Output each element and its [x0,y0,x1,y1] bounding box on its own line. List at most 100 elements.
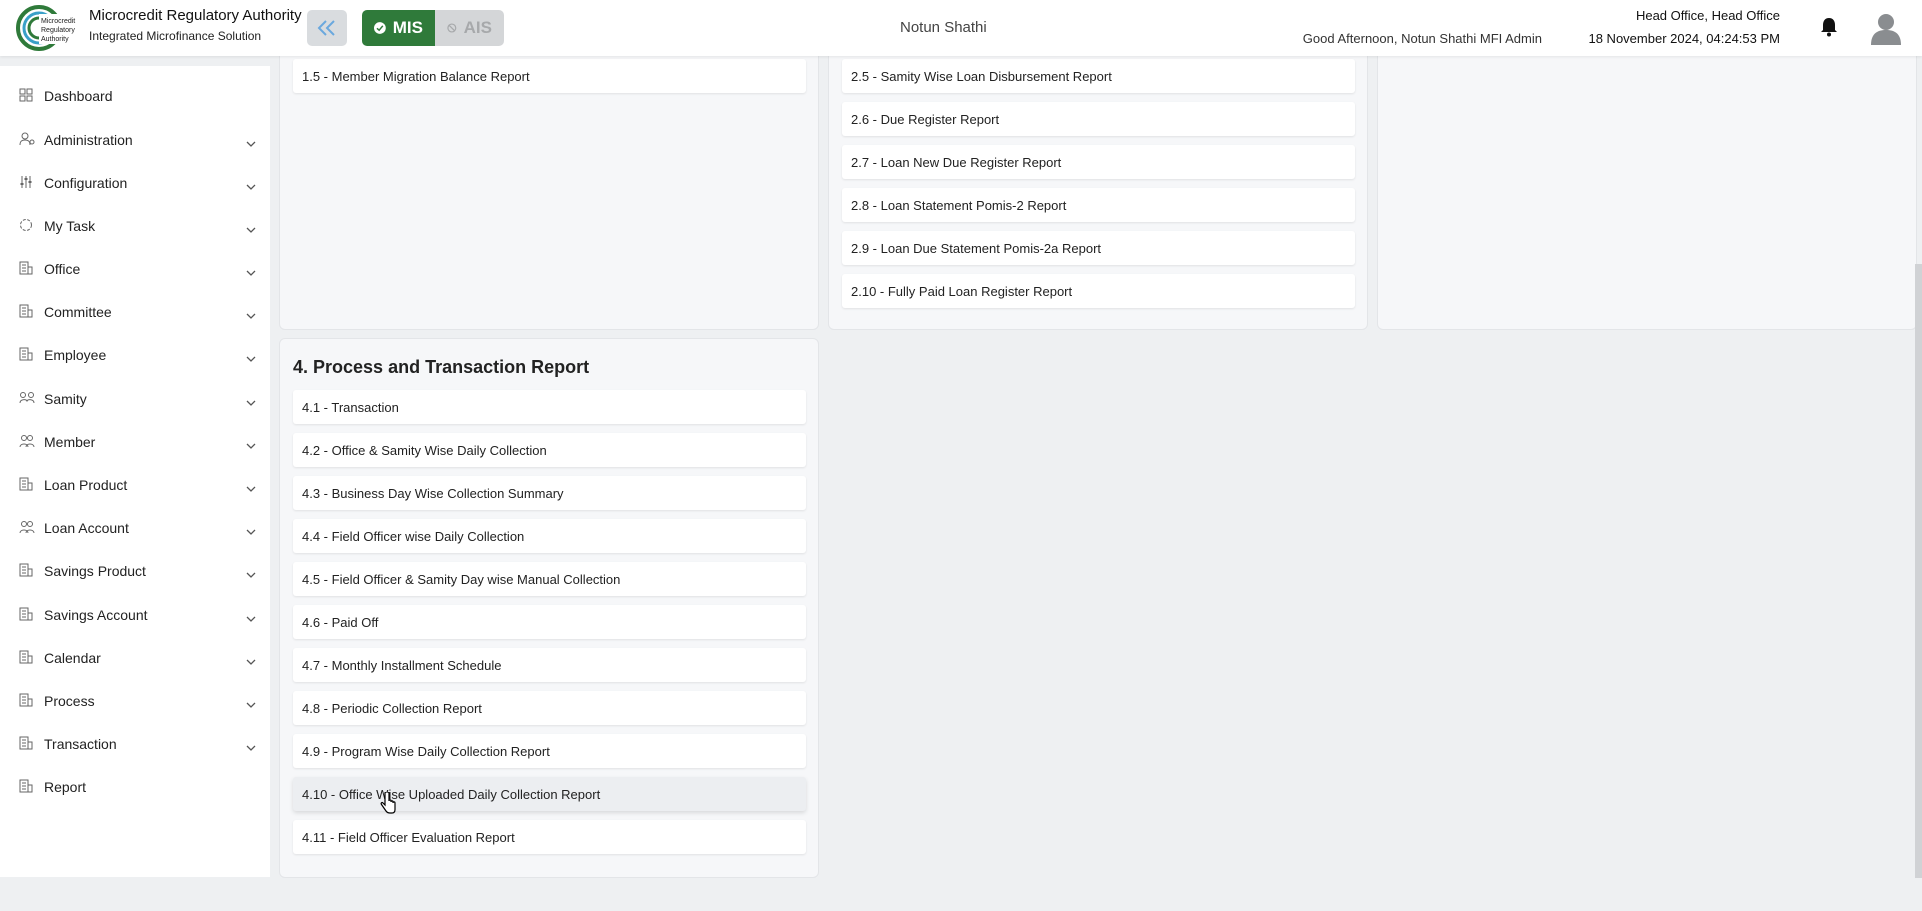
chevron-down-icon[interactable] [246,738,256,754]
grid-icon [19,88,35,104]
report-link[interactable]: 4.9 - Program Wise Daily Collection Repo… [293,734,806,768]
sidebar-item-office[interactable]: Office [0,249,270,289]
sidebar-item-label: Dashboard [44,88,113,104]
mis-button[interactable]: MIS [362,10,435,46]
chevron-down-icon[interactable] [246,695,256,711]
mouse-cursor-icon [380,791,396,819]
mode-toggle: MIS AIS [362,10,504,46]
building-icon [19,650,35,666]
double-chevron-left-icon [317,20,335,36]
check-circle-icon [374,22,386,34]
user-avatar-icon[interactable] [1869,11,1903,50]
ban-icon [447,23,457,33]
sidebar-item-label: Office [44,261,81,277]
sidebar-item-committee[interactable]: Committee [0,292,270,332]
sidebar-item-loan-product[interactable]: Loan Product [0,465,270,505]
report-link[interactable]: 2.8 - Loan Statement Pomis-2 Report [842,188,1355,222]
chevron-down-icon[interactable] [246,177,256,193]
sidebar-item-savings-product[interactable]: Savings Product [0,551,270,591]
ais-button[interactable]: AIS [435,10,504,46]
report-link[interactable]: 4.11 - Field Officer Evaluation Report [293,820,806,854]
chevron-down-icon[interactable] [246,393,256,409]
sidebar-item-label: Committee [44,304,112,320]
building-icon [19,563,35,579]
sidebar-item-label: Administration [44,132,133,148]
chevron-down-icon[interactable] [246,220,256,236]
sliders-icon [19,175,35,191]
sidebar-item-transaction[interactable]: Transaction [0,724,270,764]
people-icon [19,520,35,536]
chevron-down-icon[interactable] [246,479,256,495]
sidebar-item-label: Samity [44,391,87,407]
sidebar-item-label: Member [44,434,96,450]
report-link[interactable]: 2.10 - Fully Paid Loan Register Report [842,274,1355,308]
current-datetime: 18 November 2024, 04:24:53 PM [1588,31,1780,46]
sidebar-item-samity[interactable]: Samity [0,379,270,419]
greeting-text: Good Afternoon, Notun Shathi MFI Admin [1302,31,1542,46]
sidebar-item-label: Report [44,779,87,795]
chevron-down-icon[interactable] [246,652,256,668]
chevron-down-icon[interactable] [246,522,256,538]
sidebar-item-label: Savings Account [44,607,148,623]
building-icon [19,607,35,623]
chevron-down-icon[interactable] [246,134,256,150]
svg-text:Authority: Authority [41,36,69,43]
building-icon [19,779,35,795]
sidebar-item-savings-account[interactable]: Savings Account [0,595,270,635]
sidebar-item-dashboard[interactable]: Dashboard [0,76,270,116]
svg-text:Regulatory: Regulatory [41,27,75,34]
report-link[interactable]: 4.4 - Field Officer wise Daily Collectio… [293,519,806,553]
report-link[interactable]: 4.8 - Periodic Collection Report [293,691,806,725]
sidebar-collapse-button[interactable] [307,10,347,46]
sidebar-item-report[interactable]: Report [0,767,270,807]
chevron-down-icon[interactable] [246,436,256,452]
building-icon [19,693,35,709]
sidebar-item-label: Process [44,693,95,709]
building-icon [19,736,35,752]
report-link[interactable]: 4.7 - Monthly Installment Schedule [293,648,806,682]
page-scrollbar[interactable] [1915,264,1922,878]
office-name: Head Office, Head Office [1635,8,1780,23]
report-link[interactable]: 2.6 - Due Register Report [842,102,1355,136]
mfi-name: Notun Shathi [900,19,987,36]
report-card-3 [1377,48,1917,330]
sidebar-item-member[interactable]: Member [0,422,270,462]
notification-bell-icon[interactable] [1820,17,1838,42]
sidebar-item-process[interactable]: Process [0,681,270,721]
building-icon [19,261,35,277]
sidebar-item-calendar[interactable]: Calendar [0,638,270,678]
chevron-down-icon[interactable] [246,263,256,279]
sidebar-item-configuration[interactable]: Configuration [0,163,270,203]
sidebar-item-administration[interactable]: Administration [0,120,270,160]
report-link[interactable]: 2.7 - Loan New Due Register Report [842,145,1355,179]
org-logo[interactable]: Microcredit Regulatory Authority [15,4,79,52]
sidebar-item-label: Configuration [44,175,128,191]
section-4-title: 4. Process and Transaction Report [293,357,590,377]
chevron-down-icon[interactable] [246,306,256,322]
report-link[interactable]: 2.5 - Samity Wise Loan Disbursement Repo… [842,59,1355,93]
report-link[interactable]: 2.9 - Loan Due Statement Pomis-2a Report [842,231,1355,265]
org-title: Microcredit Regulatory Authority [89,7,302,24]
sidebar-item-loan-account[interactable]: Loan Account [0,508,270,548]
report-link[interactable]: 4.10 - Office Wise Uploaded Daily Collec… [293,777,806,811]
sidebar-item-label: Transaction [44,736,117,752]
report-link[interactable]: 4.6 - Paid Off [293,605,806,639]
report-link[interactable]: 4.3 - Business Day Wise Collection Summa… [293,476,806,510]
group-icon [19,391,35,407]
task-circle-icon [19,218,35,234]
building-icon [19,347,35,363]
sidebar-item-my-task[interactable]: My Task [0,206,270,246]
report-link[interactable]: 4.5 - Field Officer & Samity Day wise Ma… [293,562,806,596]
chevron-down-icon[interactable] [246,609,256,625]
people-icon [19,434,35,450]
report-link[interactable]: 4.1 - Transaction [293,390,806,424]
sidebar: Dashboard Administration Configuration My T… [0,66,270,877]
chevron-down-icon[interactable] [246,565,256,581]
org-subtitle: Integrated Microfinance Solution [89,29,262,43]
sidebar-item-label: Employee [44,347,107,363]
report-link[interactable]: 1.5 - Member Migration Balance Report [293,59,806,93]
chevron-down-icon[interactable] [246,349,256,365]
report-link[interactable]: 4.2 - Office & Samity Wise Daily Collect… [293,433,806,467]
ais-label: AIS [463,18,492,37]
sidebar-item-employee[interactable]: Employee [0,335,270,375]
